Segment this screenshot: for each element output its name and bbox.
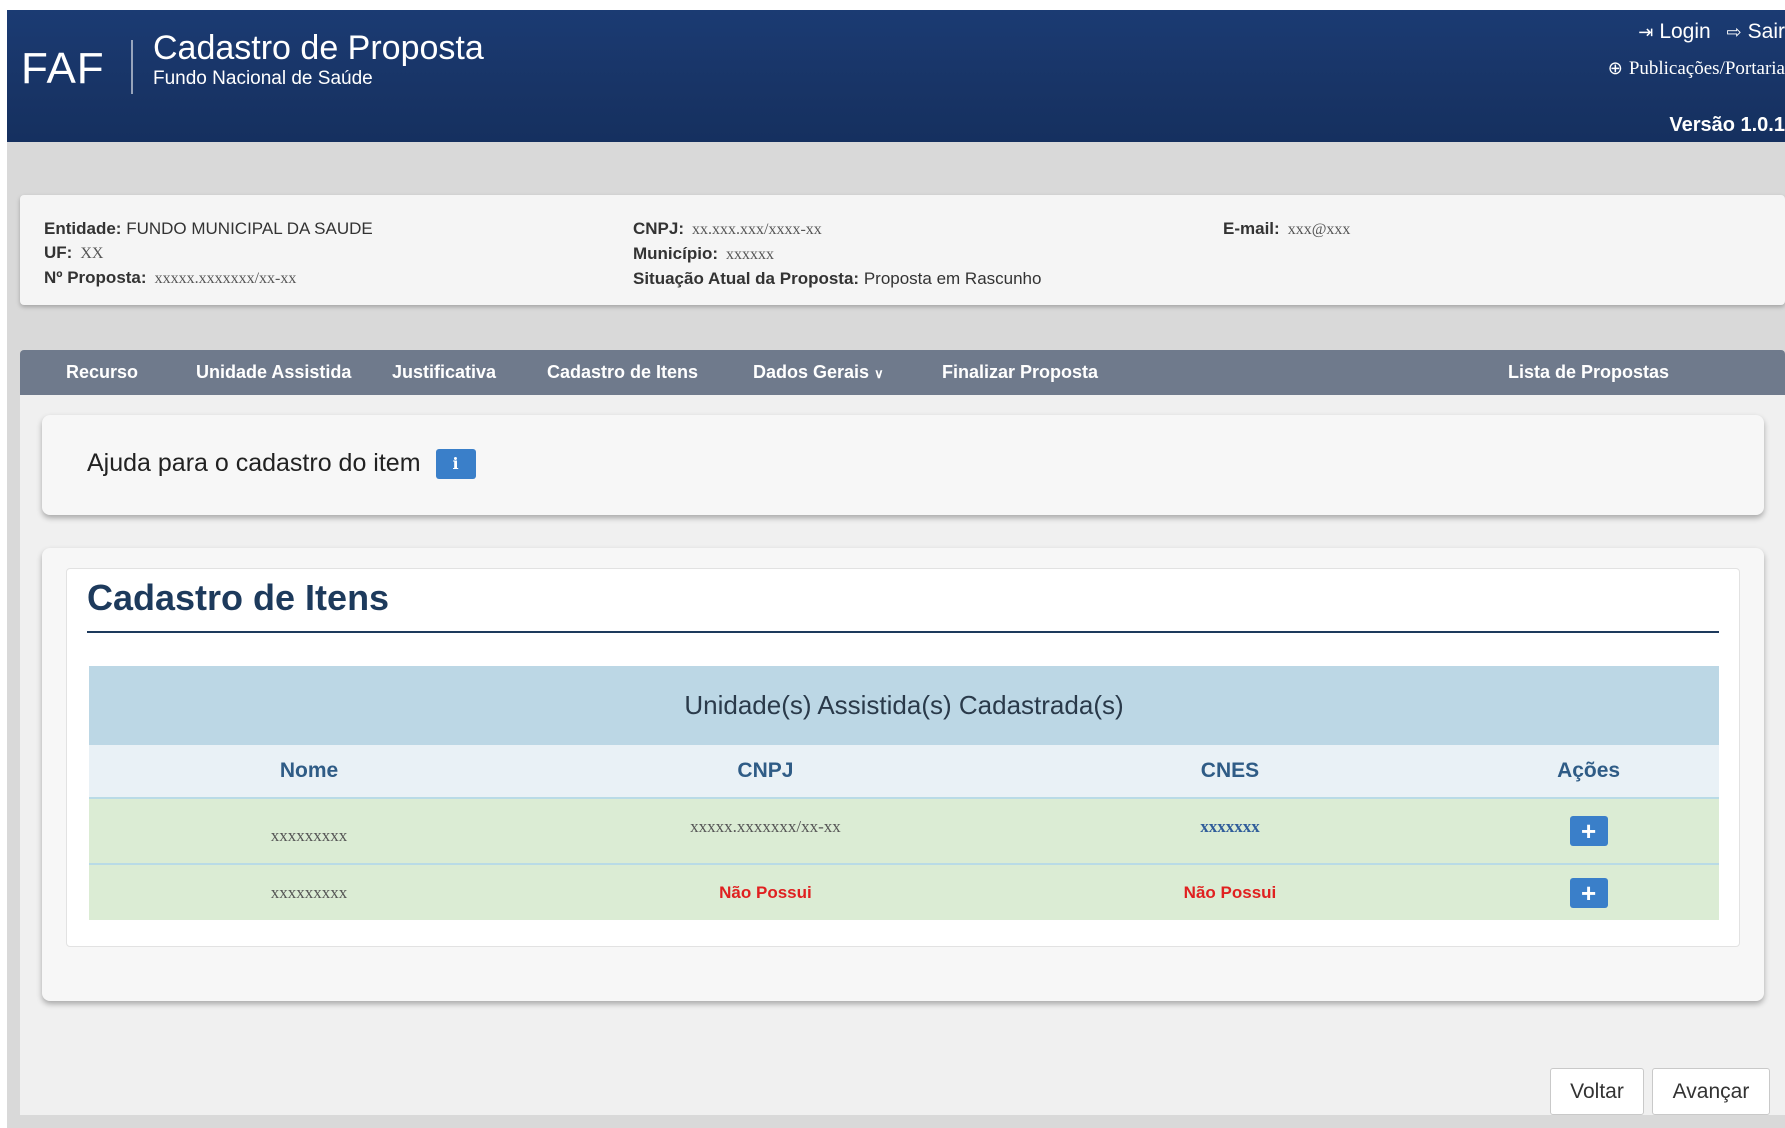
row-actions: + [1458,863,1719,920]
info-column-left: Entidade: FUNDO MUNICIPAL DA SAUDE UF: XX… [44,217,373,291]
proposta-label: Nº Proposta: [44,268,147,287]
sign-in-icon: ⇥ [1638,22,1654,42]
app-title: Cadastro de Proposta [153,29,484,67]
cnpj-value: xx.xxx.xxx/xxxx-xx [692,221,822,238]
logout-link[interactable]: ⇨ Sair [1727,20,1785,44]
nav-dados-gerais-label: Dados Gerais [753,362,870,382]
row-nome: xxxxxxxxx [89,863,530,920]
table-caption: Unidade(s) Assistida(s) Cadastrada(s) [89,666,1719,745]
avancar-button[interactable]: Avançar [1652,1068,1770,1115]
nav-unidade-assistida[interactable]: Unidade Assistida [196,350,351,395]
publications-label: Publicações/Portaria [1628,58,1785,79]
globe-icon: ⊕ [1607,58,1623,79]
publications-link[interactable]: ⊕ Publicações/Portaria [1608,58,1785,80]
help-card: Ajuda para o cadastro do item i [42,415,1764,515]
situacao-label: Situação Atual da Proposta: [633,269,860,288]
cnpj-label: CNPJ: [633,219,685,238]
uf-label: UF: [44,243,73,262]
nav-lista-propostas[interactable]: Lista de Propostas [1508,350,1669,395]
situacao-value: Proposta em Rascunho [863,269,1042,288]
table-row: xxxxxxxxx xxxxx.xxxxxxx/xx-xx xxxxxxx + [89,797,1719,864]
proposta-value: xxxxx.xxxxxxx/xx-xx [154,270,297,287]
nav-dados-gerais[interactable]: Dados Gerais ∨ [753,350,884,395]
column-header-cnes: CNES [1001,745,1459,798]
municipio-value: xxxxxx [725,246,774,263]
email-value: xxx@xxx [1287,221,1351,238]
column-header-acoes: Ações [1458,745,1719,798]
main-navbar: Recurso Unidade Assistida Justificativa … [20,350,1785,395]
page-header: FAF Cadastro de Proposta Fundo Nacional … [7,10,1785,142]
sign-out-icon: ⇨ [1726,22,1742,42]
uf-value: XX [80,245,104,262]
nav-cadastro-itens[interactable]: Cadastro de Itens [547,350,698,395]
add-item-button[interactable]: + [1569,816,1608,846]
main-content: Ajuda para o cadastro do item i Cadastro… [20,395,1785,1115]
voltar-button[interactable]: Voltar [1550,1068,1644,1115]
column-header-cnpj: CNPJ [529,745,1002,798]
info-icon[interactable]: i [435,449,476,480]
entidade-value: FUNDO MUNICIPAL DA SAUDE [126,219,373,238]
email-label: E-mail: [1223,219,1280,238]
nav-justificativa[interactable]: Justificativa [392,350,496,395]
logo-divider [131,40,133,94]
section-title: Cadastro de Itens [87,577,390,618]
logout-label: Sair [1747,20,1785,43]
help-text: Ajuda para o cadastro do item [87,449,421,477]
entidade-label: Entidade: [44,219,122,238]
plus-icon: + [1580,816,1597,846]
title-divider [87,631,1719,633]
app-subtitle: Fundo Nacional de Saúde [153,68,373,89]
login-link[interactable]: ⇥ Login [1638,20,1710,44]
items-outer-card: Cadastro de Itens Unidade(s) Assistida(s… [42,548,1764,1001]
table-header-row: Nome CNPJ CNES Ações [89,745,1719,798]
row-cnes: xxxxxxx [1001,797,1459,864]
row-cnes: Não Possui [1001,863,1459,920]
info-column-right: E-mail: xxx@xxx [1223,217,1350,242]
help-row: Ajuda para o cadastro do item i [87,449,476,480]
row-cnpj: Não Possui [529,863,1002,920]
faf-logo: FAF [21,44,105,93]
proposal-info-card: Entidade: FUNDO MUNICIPAL DA SAUDE UF: XX… [20,195,1785,305]
login-label: Login [1659,20,1711,43]
column-header-nome: Nome [89,745,530,798]
plus-icon: + [1580,877,1597,908]
items-inner-card: Cadastro de Itens Unidade(s) Assistida(s… [66,568,1740,947]
info-column-middle: CNPJ: xx.xxx.xxx/xxxx-xx Município: xxxxxx… [633,217,1041,291]
row-actions: + [1458,797,1719,864]
row-cnpj: xxxxx.xxxxxxx/xx-xx [529,797,1002,864]
top-links: ⇥ Login ⇨ Sair [1638,20,1785,44]
chevron-down-icon: ∨ [874,366,884,381]
table-row: xxxxxxxxx Não Possui Não Possui + [89,863,1719,920]
app-frame: FAF Cadastro de Proposta Fundo Nacional … [7,10,1785,1128]
nav-recurso[interactable]: Recurso [66,350,138,395]
municipio-label: Município: [633,244,718,263]
nav-finalizar-proposta[interactable]: Finalizar Proposta [942,350,1098,395]
add-item-button[interactable]: + [1569,877,1608,908]
version-label: Versão 1.0.1 [1669,114,1785,136]
row-nome: xxxxxxxxx [89,797,530,864]
units-table: Unidade(s) Assistida(s) Cadastrada(s) No… [89,666,1719,920]
